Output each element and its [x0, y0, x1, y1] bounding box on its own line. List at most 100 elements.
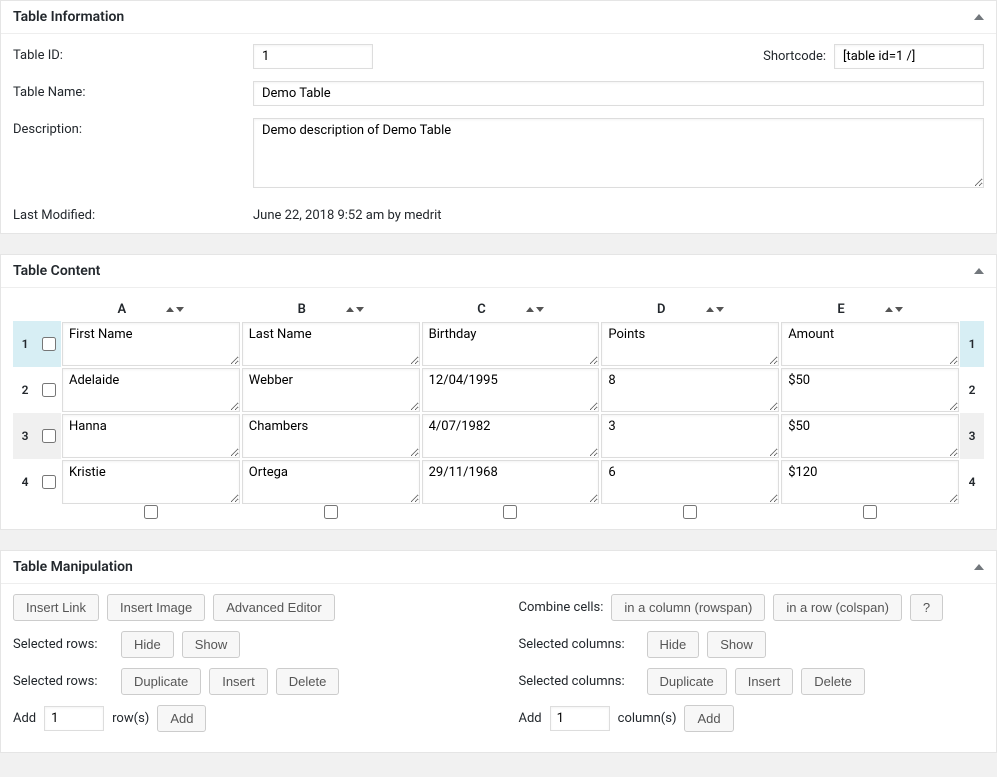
hide-rows-button[interactable]: Hide [121, 631, 174, 658]
sort-asc-icon[interactable] [706, 307, 714, 312]
column-header-a: A [61, 298, 241, 321]
show-columns-button[interactable]: Show [707, 631, 766, 658]
add-rows-input[interactable] [44, 706, 104, 731]
row-select-checkbox[interactable] [42, 383, 56, 397]
panel-header: Table Information [1, 1, 996, 34]
colspan-button[interactable]: in a row (colspan) [773, 594, 902, 621]
row-number-right: 2 [960, 367, 984, 413]
last-modified-value: June 22, 2018 9:52 am by medrit [253, 204, 984, 223]
row-number: 2 [13, 367, 37, 413]
cell-input[interactable] [62, 414, 240, 458]
cell-input[interactable] [601, 414, 779, 458]
column-header-b: B [241, 298, 421, 321]
column-select-checkbox[interactable] [503, 505, 517, 519]
cell-input[interactable] [62, 460, 240, 504]
row-number: 4 [13, 459, 37, 505]
duplicate-columns-button[interactable]: Duplicate [647, 668, 727, 695]
insert-image-button[interactable]: Insert Image [107, 594, 205, 621]
panel-title: Table Information [13, 9, 124, 25]
selected-columns-label: Selected columns: [519, 637, 639, 652]
row-number: 3 [13, 413, 37, 459]
sort-desc-icon[interactable] [536, 307, 544, 312]
panel-header: Table Manipulation [1, 551, 996, 584]
cell-input[interactable] [242, 368, 420, 412]
sort-desc-icon[interactable] [895, 307, 903, 312]
cell-input[interactable] [781, 322, 959, 366]
panel-title: Table Manipulation [13, 559, 133, 575]
rowspan-button[interactable]: in a column (rowspan) [611, 594, 765, 621]
shortcode-display[interactable] [834, 44, 984, 69]
description-label: Description: [13, 118, 253, 137]
add-rows-prefix: Add [13, 711, 36, 726]
row-select-checkbox[interactable] [42, 337, 56, 351]
collapse-toggle-icon[interactable] [974, 564, 984, 570]
column-select-checkbox[interactable] [324, 505, 338, 519]
cell-input[interactable] [601, 322, 779, 366]
column-label: C [477, 302, 486, 317]
combine-cells-label: Combine cells: [519, 600, 604, 615]
collapse-toggle-icon[interactable] [974, 14, 984, 20]
duplicate-rows-button[interactable]: Duplicate [121, 668, 201, 695]
sort-asc-icon[interactable] [166, 307, 174, 312]
cell-input[interactable] [601, 460, 779, 504]
cell-input[interactable] [242, 414, 420, 458]
cell-input[interactable] [781, 414, 959, 458]
combine-help-button[interactable]: ? [910, 594, 943, 621]
cell-input[interactable] [422, 414, 600, 458]
cell-input[interactable] [601, 368, 779, 412]
column-header-d: D [600, 298, 780, 321]
sort-asc-icon[interactable] [885, 307, 893, 312]
row-number-right: 1 [960, 321, 984, 367]
delete-columns-button[interactable]: Delete [801, 668, 865, 695]
sort-desc-icon[interactable] [716, 307, 724, 312]
sort-asc-icon[interactable] [526, 307, 534, 312]
table-id-label: Table ID: [13, 44, 253, 63]
selected-rows-label: Selected rows: [13, 637, 113, 652]
cell-input[interactable] [242, 322, 420, 366]
row-number: 1 [13, 321, 37, 367]
selected-rows-label-2: Selected rows: [13, 674, 113, 689]
column-label: A [118, 302, 127, 317]
cell-input[interactable] [781, 460, 959, 504]
add-rows-button[interactable]: Add [157, 705, 206, 732]
add-rows-suffix: row(s) [112, 711, 149, 726]
sort-desc-icon[interactable] [356, 307, 364, 312]
insert-columns-button[interactable]: Insert [735, 668, 794, 695]
column-select-checkbox[interactable] [144, 505, 158, 519]
cell-input[interactable] [422, 322, 600, 366]
hide-columns-button[interactable]: Hide [647, 631, 700, 658]
cell-input[interactable] [62, 368, 240, 412]
add-cols-input[interactable] [550, 706, 610, 731]
insert-link-button[interactable]: Insert Link [13, 594, 99, 621]
cell-input[interactable] [242, 460, 420, 504]
column-select-checkbox[interactable] [863, 505, 877, 519]
row-select-checkbox[interactable] [42, 429, 56, 443]
cell-input[interactable] [422, 368, 600, 412]
show-rows-button[interactable]: Show [182, 631, 241, 658]
cell-input[interactable] [62, 322, 240, 366]
shortcode-label: Shortcode: [763, 49, 826, 64]
table-grid: ABCDE11223344 [13, 298, 984, 519]
table-name-input[interactable] [253, 81, 984, 106]
delete-rows-button[interactable]: Delete [276, 668, 340, 695]
collapse-toggle-icon[interactable] [974, 268, 984, 274]
table-content-panel: Table Content ABCDE11223344 [0, 254, 997, 530]
insert-rows-button[interactable]: Insert [209, 668, 268, 695]
column-select-checkbox[interactable] [683, 505, 697, 519]
sort-desc-icon[interactable] [176, 307, 184, 312]
advanced-editor-button[interactable]: Advanced Editor [213, 594, 334, 621]
row-number-right: 4 [960, 459, 984, 505]
column-label: B [298, 302, 306, 317]
table-id-input[interactable] [253, 44, 373, 69]
row-number-right: 3 [960, 413, 984, 459]
row-select-checkbox[interactable] [42, 475, 56, 489]
add-cols-button[interactable]: Add [684, 705, 733, 732]
sort-asc-icon[interactable] [346, 307, 354, 312]
table-name-label: Table Name: [13, 81, 253, 100]
table-manipulation-panel: Table Manipulation Insert Link Insert Im… [0, 550, 997, 753]
column-header-e: E [780, 298, 960, 321]
description-textarea[interactable] [253, 118, 984, 188]
cell-input[interactable] [422, 460, 600, 504]
cell-input[interactable] [781, 368, 959, 412]
column-label: D [657, 302, 665, 317]
